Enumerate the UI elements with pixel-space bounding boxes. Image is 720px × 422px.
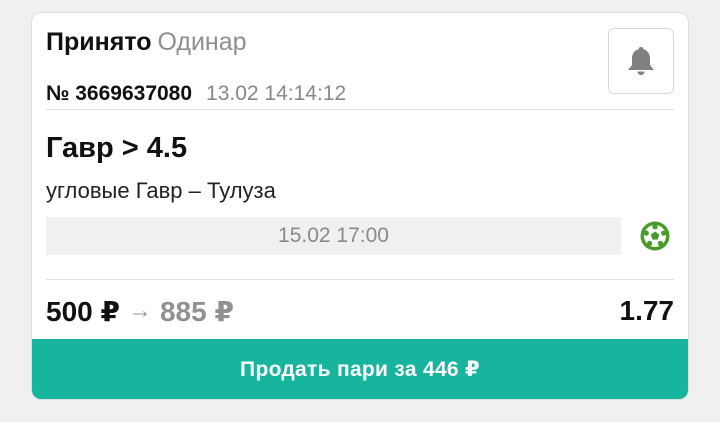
bet-date: 13.02 14:14:12 <box>206 82 347 105</box>
bell-icon <box>628 47 654 75</box>
bet-status: Принято <box>46 28 152 56</box>
status-line: Принято Одинар <box>46 27 247 57</box>
bet-card: Принято Одинар № 3669637080 13.02 14:14:12… <box>31 12 689 400</box>
arrow-right-icon: → <box>127 297 152 324</box>
event-name: угловые Гавр – Тулуза <box>46 178 276 203</box>
bet-type: Одинар <box>157 28 247 56</box>
bet-meta: № 3669637080 13.02 14:14:12 <box>46 81 346 107</box>
selection-title: Гавр > 4.5 <box>46 132 188 164</box>
payout-amount: 885 ₽ <box>159 295 234 327</box>
bet-header: Принято Одинар № 3669637080 13.02 14:14:12 <box>46 27 674 107</box>
divider <box>46 279 674 280</box>
event-start-time-text: 15.02 17:00 <box>278 224 389 247</box>
bet-number: № 3669637080 <box>46 82 193 105</box>
event-start-time: 15.02 17:00 <box>46 217 621 255</box>
sell-bet-button[interactable]: Продать пари за 446 ₽ <box>32 339 688 399</box>
notify-button[interactable] <box>608 28 674 94</box>
divider <box>46 109 674 110</box>
sell-bet-button-label: Продать пари за 446 ₽ <box>240 357 480 381</box>
football-icon <box>640 221 670 251</box>
stake-amount: 500 ₽ <box>46 295 120 327</box>
bet-amounts: 500 ₽ → 885 ₽ <box>46 291 234 331</box>
odds-value: 1.77 <box>619 295 675 326</box>
